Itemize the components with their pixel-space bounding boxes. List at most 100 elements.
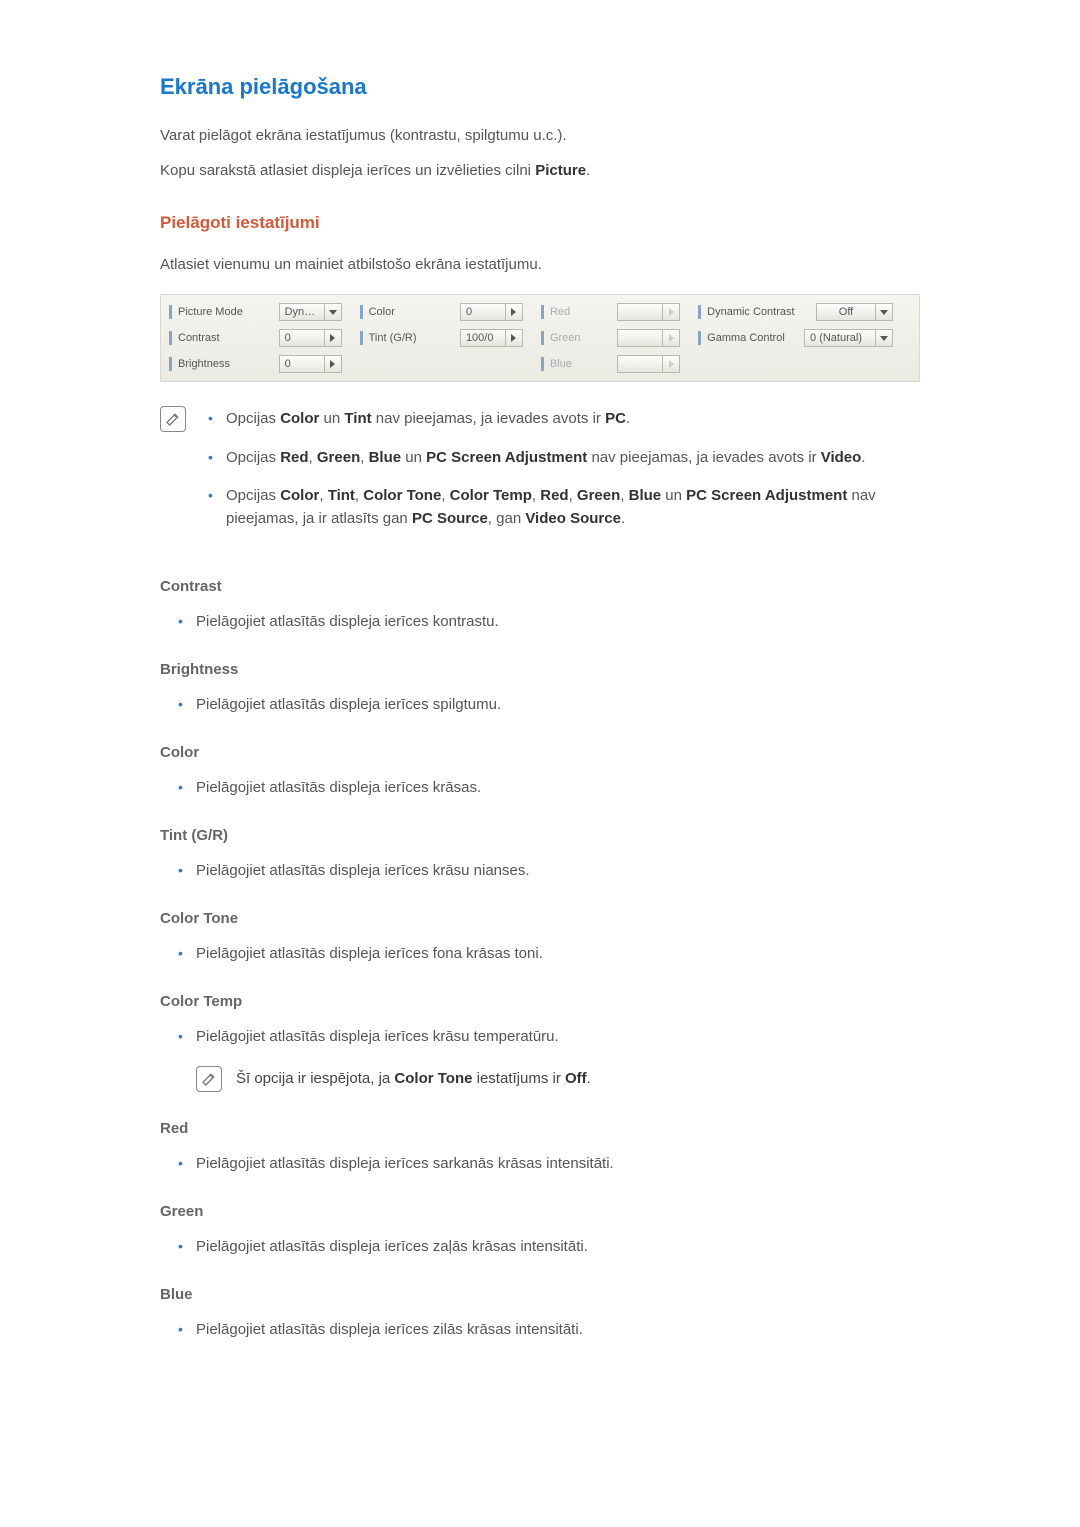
bold-term: Red: [280, 449, 308, 466]
bold-term: Color: [280, 487, 319, 504]
sub-intro: Atlasiet vienumu un mainiet atbilstošo e…: [160, 254, 920, 277]
bold-term: PC Screen Adjustment: [686, 487, 847, 504]
group-bar-icon: [169, 357, 172, 371]
intro-p2-post: .: [586, 162, 590, 179]
group-bar-icon: [541, 331, 544, 345]
bold-term: Color Temp: [450, 487, 532, 504]
green-spinner: [617, 329, 680, 347]
setting-desc: Pielāgojiet atlasītās displeja ierīces k…: [196, 1026, 920, 1049]
bold-term: Tint: [344, 410, 371, 427]
picture-mode-value: Dyn…: [280, 304, 324, 321]
bold-term: Green: [577, 487, 620, 504]
group-bar-icon: [360, 331, 363, 345]
intro-p2-pre: Kopu sarakstā atlasiet displeja ierīces …: [160, 162, 535, 179]
heading-sub: Pielāgoti iestatījumi: [160, 210, 920, 236]
setting-desc: Pielāgojiet atlasītās displeja ierīces k…: [196, 860, 920, 883]
setting-heading: Color: [160, 742, 920, 765]
chevron-right-icon: [662, 356, 679, 372]
chevron-right-icon: [662, 330, 679, 346]
note-item: Opcijas Red, Green, Blue un PC Screen Ad…: [226, 447, 920, 470]
setting-list: Pielāgojiet atlasītās displeja ierīces k…: [160, 860, 920, 883]
notes-list: Opcijas Color un Tint nav pieejamas, ja …: [208, 404, 920, 546]
gamma-label: Gamma Control: [707, 330, 785, 347]
setting-heading: Tint (G/R): [160, 825, 920, 848]
bold-term: Red: [540, 487, 568, 504]
group-bar-icon: [698, 305, 701, 319]
inline-note: Šī opcija ir iespējota, ja Color Tone ie…: [196, 1066, 920, 1092]
gamma-value: 0 (Natural): [805, 330, 875, 347]
chevron-right-icon: [505, 330, 522, 346]
color-value: 0: [461, 304, 505, 321]
setting-desc: Pielāgojiet atlasītās displeja ierīces s…: [196, 694, 920, 717]
tint-spinner[interactable]: 100/0: [460, 329, 523, 347]
setting-heading: Blue: [160, 1284, 920, 1307]
tint-label: Tint (G/R): [369, 330, 417, 347]
blue-label: Blue: [550, 356, 572, 373]
setting-list: Pielāgojiet atlasītās displeja ierīces f…: [160, 943, 920, 966]
group-bar-icon: [169, 305, 172, 319]
chevron-right-icon: [505, 304, 522, 320]
setting-list: Pielāgojiet atlasītās displeja ierīces z…: [160, 1236, 920, 1259]
contrast-label: Contrast: [178, 330, 220, 347]
contrast-spinner[interactable]: 0: [279, 329, 342, 347]
group-bar-icon: [169, 331, 172, 345]
chevron-right-icon: [324, 356, 341, 372]
group-bar-icon: [360, 305, 363, 319]
intro-p1: Varat pielāgot ekrāna iestatījumus (kont…: [160, 125, 920, 148]
chevron-right-icon: [324, 330, 341, 346]
chevron-down-icon: [875, 304, 892, 320]
setting-desc: Pielāgojiet atlasītās displeja ierīces z…: [196, 1236, 920, 1259]
panel-row-2: Contrast 0 Tint (G/R) 100/0 Green: [169, 325, 911, 351]
heading-main: Ekrāna pielāgošana: [160, 70, 920, 103]
inline-note-text: Šī opcija ir iespējota, ja Color Tone ie…: [236, 1068, 591, 1091]
red-spinner: [617, 303, 680, 321]
setting-heading: Red: [160, 1118, 920, 1141]
settings-container: Contrast Pielāgojiet atlasītās displeja i…: [160, 576, 920, 1341]
group-bar-icon: [698, 331, 701, 345]
setting-heading: Contrast: [160, 576, 920, 599]
setting-desc: Pielāgojiet atlasītās displeja ierīces z…: [196, 1319, 920, 1342]
setting-list: Pielāgojiet atlasītās displeja ierīces k…: [160, 611, 920, 634]
setting-list: Pielāgojiet atlasītās displeja ierīces s…: [160, 1153, 920, 1176]
bold-term: Blue: [369, 449, 402, 466]
setting-list: Pielāgojiet atlasītās displeja ierīces k…: [160, 777, 920, 800]
color-spinner[interactable]: 0: [460, 303, 523, 321]
color-label: Color: [369, 304, 395, 321]
bold-term: PC Screen Adjustment: [426, 449, 587, 466]
dynamic-contrast-dropdown[interactable]: Off: [816, 303, 893, 321]
bold-term: Blue: [629, 487, 662, 504]
chevron-down-icon: [324, 304, 341, 320]
bold-term: Green: [317, 449, 360, 466]
setting-heading: Color Temp: [160, 991, 920, 1014]
setting-list: Pielāgojiet atlasītās displeja ierīces k…: [160, 1026, 920, 1049]
page-root: Ekrāna pielāgošana Varat pielāgot ekrāna…: [0, 0, 1080, 1527]
intro-p2: Kopu sarakstā atlasiet displeja ierīces …: [160, 160, 920, 183]
bold-term: Tint: [328, 487, 355, 504]
note-item: Opcijas Color, Tint, Color Tone, Color T…: [226, 485, 920, 530]
setting-heading: Brightness: [160, 659, 920, 682]
brightness-spinner[interactable]: 0: [279, 355, 342, 373]
gamma-dropdown[interactable]: 0 (Natural): [804, 329, 893, 347]
brightness-value: 0: [280, 356, 324, 373]
green-label: Green: [550, 330, 581, 347]
note-block: Opcijas Color un Tint nav pieejamas, ja …: [160, 404, 920, 546]
brightness-label: Brightness: [178, 356, 230, 373]
setting-desc: Pielāgojiet atlasītās displeja ierīces s…: [196, 1153, 920, 1176]
setting-heading: Green: [160, 1201, 920, 1224]
blue-spinner: [617, 355, 680, 373]
bold-term: Color Tone: [394, 1070, 472, 1087]
bold-term: Video Source: [525, 510, 621, 527]
bold-term: Color Tone: [363, 487, 441, 504]
dynamic-contrast-value: Off: [817, 304, 875, 321]
chevron-down-icon: [875, 330, 892, 346]
picture-mode-dropdown[interactable]: Dyn…: [279, 303, 342, 321]
bold-term: PC: [605, 410, 626, 427]
note-pencil-icon: [196, 1066, 222, 1092]
group-bar-icon: [541, 305, 544, 319]
setting-desc: Pielāgojiet atlasītās displeja ierīces k…: [196, 777, 920, 800]
group-bar-icon: [541, 357, 544, 371]
contrast-value: 0: [280, 330, 324, 347]
bold-term: PC Source: [412, 510, 488, 527]
panel-row-1: Picture Mode Dyn… Color 0 Red: [169, 299, 911, 325]
bold-term: Off: [565, 1070, 587, 1087]
